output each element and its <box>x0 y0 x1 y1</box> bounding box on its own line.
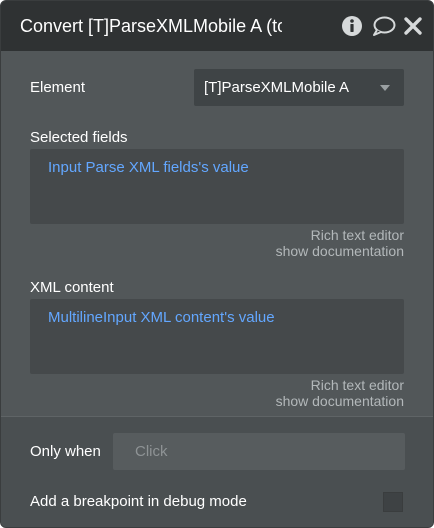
panel-title: Convert [T]ParseXMLMobile A (to <box>20 16 282 36</box>
element-dropdown[interactable]: [T]ParseXMLMobile A <box>194 69 404 106</box>
selected-fields-rich-text-hint: Rich text editor <box>310 227 404 243</box>
condition-footer: Only when Click Add a breakpoint in debu… <box>1 416 433 527</box>
xml-content-label: XML content <box>30 279 114 296</box>
selected-fields-expression[interactable]: Input Parse XML fields's value <box>48 159 249 177</box>
xml-content-expression[interactable]: MultilineInput XML content's value <box>48 309 275 327</box>
info-icon[interactable] <box>341 15 363 37</box>
selected-fields-show-documentation-link[interactable]: show documentation <box>276 243 404 259</box>
xml-content-field[interactable]: MultilineInput XML content's value <box>30 299 404 374</box>
only-when-label: Only when <box>30 443 101 460</box>
xml-content-show-documentation-link[interactable]: show documentation <box>276 393 404 409</box>
comment-icon[interactable] <box>372 15 396 37</box>
breakpoint-checkbox[interactable] <box>383 492 403 512</box>
element-label: Element <box>30 79 86 96</box>
only-when-input[interactable]: Click <box>113 433 405 470</box>
selected-fields-field[interactable]: Input Parse XML fields's value <box>30 149 404 224</box>
only-when-placeholder: Click <box>135 443 168 460</box>
close-icon[interactable] <box>403 15 423 37</box>
selected-fields-label: Selected fields <box>30 129 128 146</box>
breakpoint-label: Add a breakpoint in debug mode <box>30 493 247 510</box>
xml-content-rich-text-hint: Rich text editor <box>310 377 404 393</box>
title-bar[interactable]: Convert [T]ParseXMLMobile A (to <box>1 1 433 51</box>
chevron-down-icon <box>380 85 390 91</box>
property-editor-panel: Convert [T]ParseXMLMobile A (to Element … <box>0 0 434 528</box>
element-dropdown-value: [T]ParseXMLMobile A <box>204 79 350 96</box>
